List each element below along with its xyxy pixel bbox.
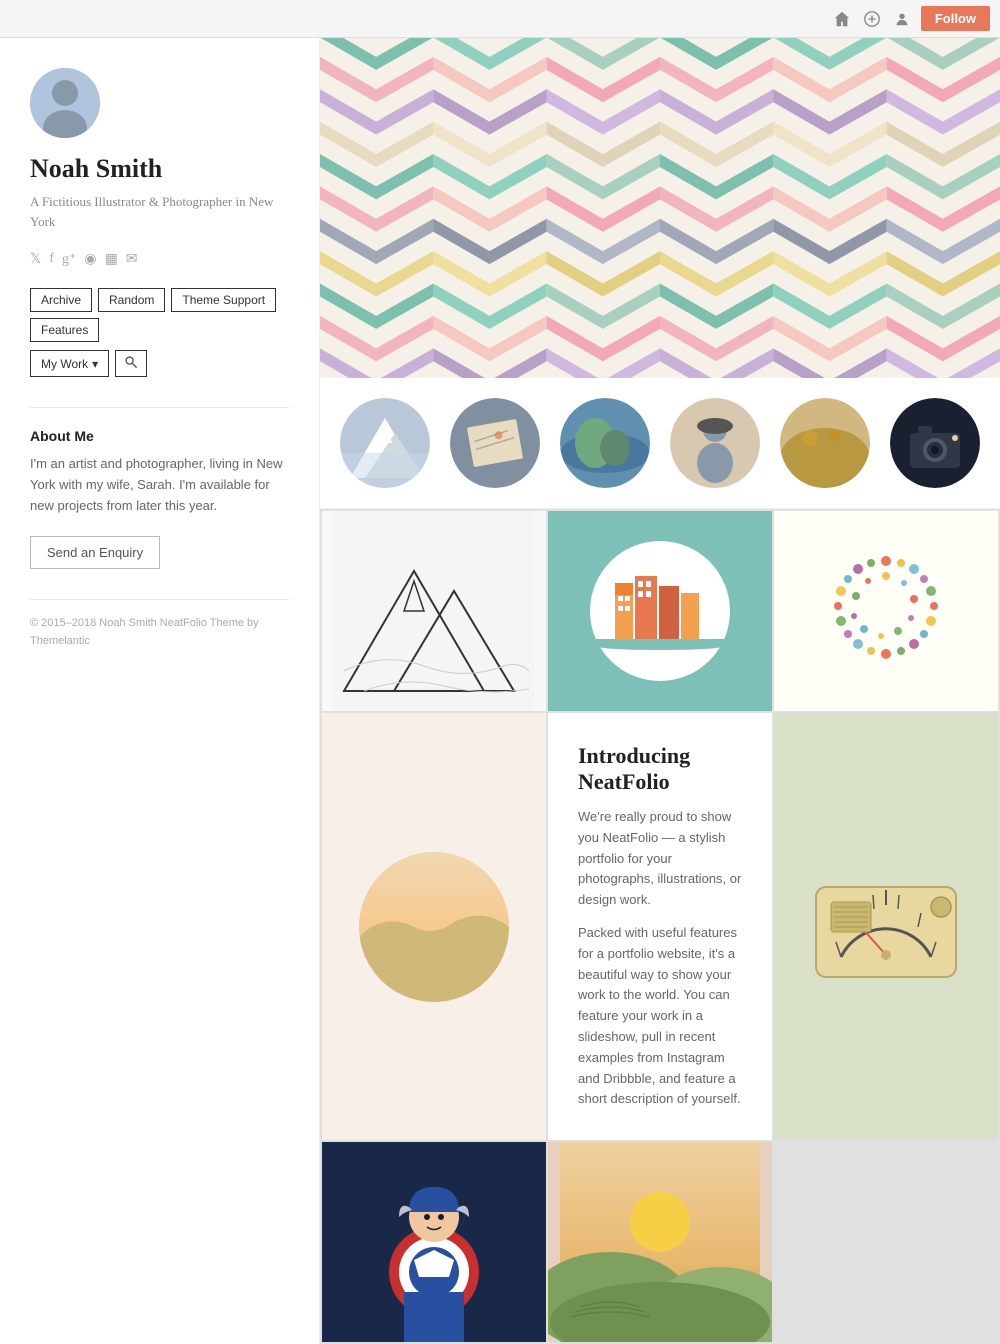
grid-desert[interactable] [322, 713, 546, 1140]
topbar: Follow [0, 0, 1000, 38]
home-icon[interactable] [831, 8, 853, 30]
instagram-icon[interactable]: ▦ [105, 251, 118, 268]
content-area: Introducing NeatFolio We're really proud… [320, 38, 1000, 1344]
add-icon[interactable] [861, 8, 883, 30]
grid-buildings[interactable] [548, 511, 772, 711]
facebook-icon[interactable]: f [49, 251, 54, 268]
thumb-mountains[interactable] [340, 398, 430, 488]
email-icon[interactable]: ✉ [126, 251, 138, 268]
archive-button[interactable]: Archive [30, 288, 92, 312]
googleplus-icon[interactable]: g⁺ [62, 251, 76, 268]
portfolio-grid: Introducing NeatFolio We're really proud… [320, 509, 1000, 1344]
site-tagline: A Fictitious Illustrator & Photographer … [30, 192, 289, 231]
theme-support-button[interactable]: Theme Support [171, 288, 276, 312]
main-wrapper: Noah Smith A Fictitious Illustrator & Ph… [0, 38, 1000, 1344]
sidebar: Noah Smith A Fictitious Illustrator & Ph… [0, 38, 320, 1344]
nav-buttons: Archive Random Theme Support Features [30, 288, 289, 342]
intro-body-1: We're really proud to show you NeatFolio… [578, 807, 742, 911]
dribbble-icon[interactable]: ◉ [84, 251, 96, 268]
mywork-label: My Work [41, 357, 88, 371]
grid-intro-text: Introducing NeatFolio We're really proud… [548, 713, 772, 1140]
avatar [30, 68, 100, 138]
dropdown-arrow-icon: ▾ [92, 357, 98, 371]
thumb-field[interactable] [780, 398, 870, 488]
about-section-title: About Me [30, 428, 289, 444]
intro-title: Introducing NeatFolio [578, 743, 742, 795]
hero-image[interactable] [320, 38, 1000, 378]
sidebar-divider [30, 407, 289, 408]
thumbnails-row [320, 378, 1000, 509]
grid-radio[interactable] [774, 713, 998, 1140]
search-button[interactable] [115, 350, 147, 377]
grid-dots[interactable] [774, 511, 998, 711]
thumb-camera[interactable] [890, 398, 980, 488]
user-icon[interactable] [891, 8, 913, 30]
about-text: I'm an artist and photographer, living i… [30, 454, 289, 516]
thumb-person[interactable] [670, 398, 760, 488]
sidebar-divider2 [30, 599, 289, 600]
follow-button[interactable]: Follow [921, 6, 990, 31]
features-button[interactable]: Features [30, 318, 99, 342]
grid-sunset[interactable] [548, 1142, 772, 1342]
nav-row2: My Work ▾ [30, 350, 289, 377]
intro-body-2: Packed with useful features for a portfo… [578, 923, 742, 1110]
thumb-coast[interactable] [560, 398, 650, 488]
enquiry-button[interactable]: Send an Enquiry [30, 536, 160, 569]
site-name: Noah Smith [30, 154, 289, 184]
thumb-notebook[interactable] [450, 398, 540, 488]
grid-captain[interactable] [322, 1142, 546, 1342]
copyright: © 2015–2018 Noah Smith NeatFolio Theme b… [30, 615, 289, 650]
mywork-button[interactable]: My Work ▾ [30, 350, 109, 377]
twitter-icon[interactable]: 𝕏 [30, 251, 41, 268]
grid-mountains[interactable] [322, 511, 546, 711]
random-button[interactable]: Random [98, 288, 165, 312]
social-icons: 𝕏 f g⁺ ◉ ▦ ✉ [30, 251, 289, 268]
